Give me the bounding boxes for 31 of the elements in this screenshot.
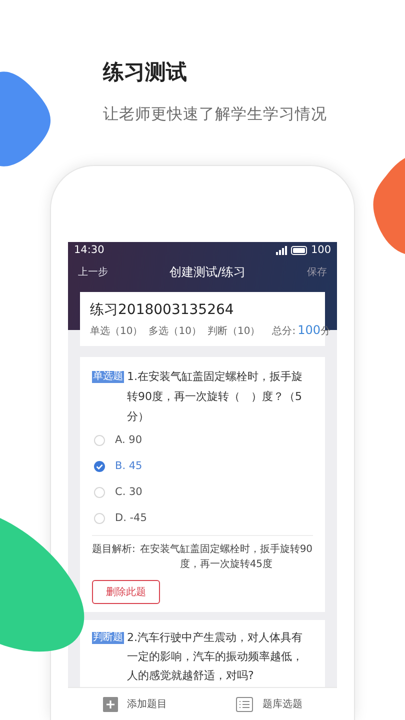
list-icon	[236, 696, 254, 712]
analysis-text: 在安装气缸盖固定螺栓时，扳手旋转90度，再一次旋转45度	[139, 542, 313, 572]
screen-title: 创建测试/练习	[169, 264, 246, 280]
question-text: 1.在安装气缸盖固定螺栓时，扳手旋转90度，再一次旋转（ ）度？（5分）	[127, 369, 304, 425]
plus-icon	[102, 696, 118, 712]
question-count: 多选（10）	[148, 324, 202, 338]
question-type-tag: 单选题	[92, 371, 124, 383]
battery-level: 100	[310, 244, 331, 256]
total-score: 100	[298, 323, 320, 337]
question-count: 单选（10）	[90, 324, 143, 338]
score-unit: 分	[320, 325, 330, 338]
toolbar-button[interactable]: 添加题目	[98, 694, 171, 714]
answer-option[interactable]: C. 30	[92, 479, 313, 505]
question-text: 2.汽车行驶中产生震动，对人体具有一定的影响，汽车的振动频率越低，人的感觉就越舒适，对吗?	[127, 630, 304, 684]
test-name: 练习2018003135264	[90, 301, 235, 319]
delete-question-button[interactable]: 删除此题	[92, 580, 160, 604]
page-title: 练习测试	[103, 59, 187, 86]
page-subtitle: 让老师更快速了解学生学习情况	[103, 104, 327, 125]
toolbar-button[interactable]: 题库选题	[232, 694, 306, 714]
analysis-label: 题目解析:	[92, 542, 136, 557]
total-label: 总分:	[272, 324, 296, 338]
answer-option[interactable]: D. -45	[92, 505, 313, 531]
question-count: 判断（10）	[207, 324, 260, 338]
answer-option[interactable]: B. 45	[92, 453, 313, 479]
battery-icon	[290, 246, 307, 254]
save-button[interactable]: 保存	[306, 265, 327, 279]
signal-icon	[276, 246, 287, 254]
question-type-tag: 判断题	[92, 632, 124, 644]
answer-option[interactable]: A. 90	[92, 427, 313, 453]
back-button[interactable]: 上一步	[78, 265, 108, 279]
status-time: 14:30	[74, 244, 104, 256]
